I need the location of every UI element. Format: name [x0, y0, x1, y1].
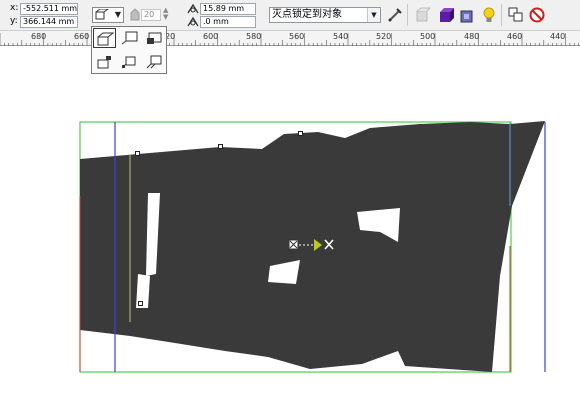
vanishing-point-y-field[interactable]: .0 mm [200, 16, 256, 28]
clear-extrusion-icon[interactable] [529, 7, 545, 23]
copy-vanishing-point-icon[interactable] [387, 7, 403, 23]
vanishing-point-lock-value: 灭点锁定到对象 [272, 9, 342, 20]
extrusion-small-front-icon [121, 56, 136, 69]
ruler-label: 460 [507, 32, 523, 41]
ruler-label: 500 [420, 32, 436, 41]
chevron-down-icon: ▼ [114, 10, 121, 19]
toolbar-separator [501, 4, 502, 26]
extrusion-type-dropdown[interactable]: ▼ [92, 7, 124, 23]
extrusion-color-icon[interactable] [438, 7, 454, 23]
extrusion-back-parallel-icon [146, 55, 162, 69]
extrusion-type-front-option[interactable] [93, 52, 116, 72]
extrusion-type-back-option[interactable] [93, 28, 116, 48]
extrusion-back-icon [97, 32, 114, 46]
extrusion-small-back-icon [121, 31, 138, 45]
drawing-canvas[interactable] [0, 46, 580, 394]
ruler-label: 440 [550, 32, 566, 41]
depth-icon [130, 8, 140, 21]
ruler-label: 480 [464, 32, 480, 41]
lighting-bulb-icon[interactable] [481, 7, 497, 23]
y-label: y: [10, 16, 18, 26]
extrusion-type-small-front-option[interactable] [118, 52, 141, 72]
extrusion-type-icon [95, 9, 109, 20]
vanishing-point-x-icon [187, 3, 199, 14]
extrusion-type-back-parallel-option[interactable] [143, 52, 166, 72]
horizontal-ruler[interactable]: 680 660 640 620 600 580 560 540 520 500 … [0, 30, 580, 46]
extrusion-depth-field[interactable]: 20 [141, 9, 161, 21]
y-position-field[interactable]: 366.144 mm [20, 16, 78, 28]
ruler-label: 540 [333, 32, 349, 41]
ruler-label: 560 [289, 32, 305, 41]
vanishing-point-y-icon [187, 16, 199, 27]
property-bar: x: -552.511 mm y: 366.144 mm ▼ 20 ▲ ▼ 15.… [0, 0, 580, 30]
vanishing-point-x-field[interactable]: 15.89 mm [200, 3, 256, 15]
ruler-label: 580 [246, 32, 262, 41]
extrusion-big-back-icon [147, 32, 162, 44]
extrusion-type-menu [91, 26, 167, 74]
chevron-down-icon: ▼ [367, 8, 380, 22]
extrusion-type-big-back-option[interactable] [143, 28, 166, 48]
ruler-label: 600 [203, 32, 219, 41]
extrusion-bevel-icon[interactable] [459, 7, 475, 23]
ruler-label: 660 [74, 32, 90, 41]
x-label: x: [10, 3, 19, 13]
copy-extrusion-icon[interactable] [508, 7, 524, 23]
extrusion-front-icon [97, 56, 111, 69]
extrusion-rotation-icon[interactable] [415, 7, 431, 23]
toolbar-separator [407, 4, 408, 26]
spin-arrows-icon[interactable]: ▲ ▼ [163, 7, 168, 21]
ruler-label: 680 [31, 32, 47, 41]
extrusion-type-small-back-option[interactable] [118, 28, 141, 48]
x-position-field[interactable]: -552.511 mm [20, 3, 78, 15]
vanishing-point-lock-dropdown[interactable]: 灭点锁定到对象 ▼ [269, 7, 381, 23]
ruler-label: 520 [376, 32, 392, 41]
canvas-artwork [79, 121, 546, 373]
